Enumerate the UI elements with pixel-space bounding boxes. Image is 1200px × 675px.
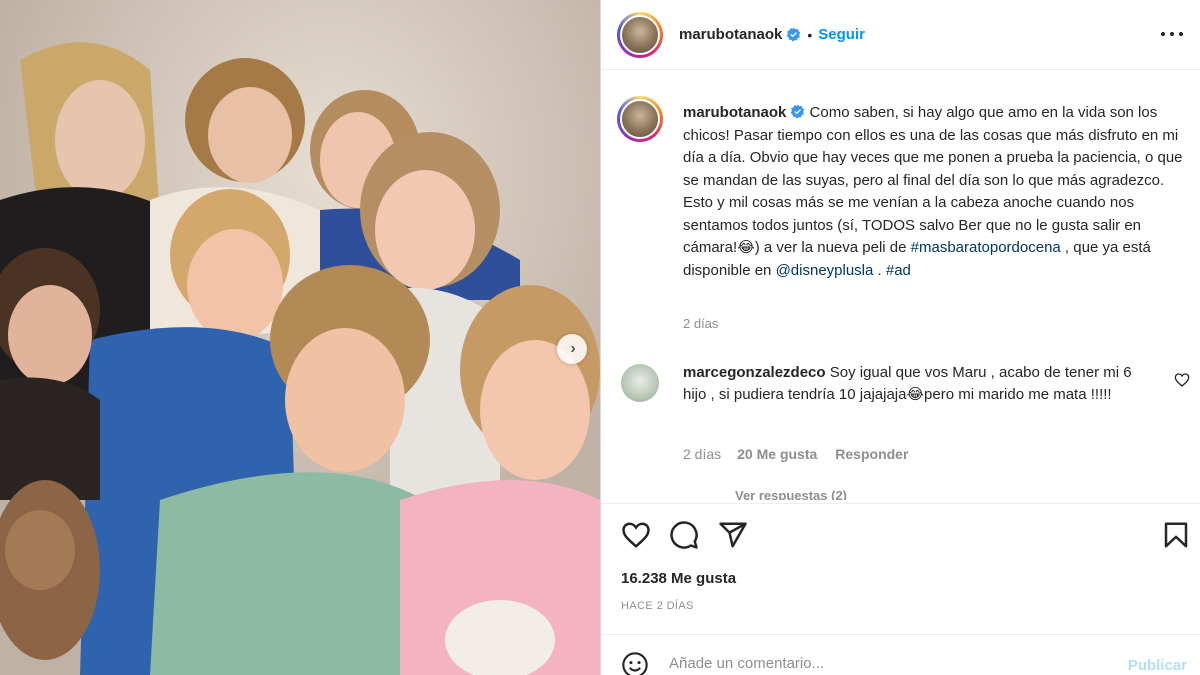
like-heart-icon[interactable] <box>621 520 651 550</box>
author-avatar[interactable] <box>617 11 663 58</box>
comment-timestamp[interactable]: 2 días <box>683 446 721 462</box>
post-photo[interactable]: › <box>0 0 600 675</box>
group-photo-illustration <box>0 0 600 675</box>
verified-badge-icon <box>787 27 801 42</box>
commenter-avatar[interactable] <box>621 364 659 402</box>
emoji-picker-icon[interactable] <box>621 651 649 675</box>
comment-like-heart-icon[interactable] <box>1174 372 1190 388</box>
more-options-icon[interactable] <box>1161 24 1183 44</box>
post-actions: 16.238 Me gusta HACE 2 DÍAS <box>601 503 1200 633</box>
reply-button[interactable]: Responder <box>835 446 908 462</box>
post-header: marubotanaok • Seguir <box>601 0 1200 70</box>
comment-meta: 2 días 20 Me gusta Responder <box>683 446 908 462</box>
caption-author-avatar[interactable] <box>617 96 663 142</box>
hashtag-link[interactable]: #masbaratopordocena <box>911 239 1061 256</box>
follow-button[interactable]: Seguir <box>818 26 865 43</box>
caption-text-4: . <box>873 261 886 279</box>
likes-count[interactable]: 16.238 Me gusta <box>621 570 736 587</box>
caption-text-2: ) a ver la nueva peli de <box>754 239 911 256</box>
post-caption: marubotanaok Como saben, si hay algo que… <box>683 102 1183 282</box>
post-timestamp[interactable]: HACE 2 DÍAS <box>621 600 694 612</box>
hashtag-ad-link[interactable]: #ad <box>886 262 911 279</box>
comment-bubble-icon[interactable] <box>669 520 699 550</box>
mention-link[interactable]: @disneyplusla <box>776 262 874 279</box>
add-comment-bar: Publicar <box>601 634 1200 675</box>
carousel-next-button[interactable]: › <box>557 334 587 364</box>
comment-likes-count[interactable]: 20 Me gusta <box>737 446 817 462</box>
author-username[interactable]: marubotanaok <box>679 26 782 43</box>
save-bookmark-icon[interactable] <box>1161 520 1191 550</box>
caption-timestamp[interactable]: 2 días <box>683 316 718 331</box>
comment-text: marcegonzalezdeco Soy igual que vos Maru… <box>683 362 1153 406</box>
publish-button[interactable]: Publicar <box>1128 657 1187 674</box>
comment-text-2: pero mi marido me mata !!!!! <box>924 386 1112 403</box>
caption-text-1: Como saben, si hay algo que amo en la vi… <box>683 104 1183 256</box>
share-send-icon[interactable] <box>718 520 748 550</box>
commenter-username[interactable]: marcegonzalezdeco <box>683 364 826 381</box>
laughing-emoji: 😂 <box>906 386 925 403</box>
comment-input[interactable] <box>669 655 1109 672</box>
verified-badge-icon <box>791 104 805 119</box>
post-side-panel: marubotanaok • Seguir marubotanaok Como … <box>600 0 1200 675</box>
chevron-right-icon: › <box>570 340 576 357</box>
separator-dot: • <box>807 26 813 43</box>
view-replies-link[interactable]: Ver respuestas (2) <box>735 488 847 500</box>
caption-username[interactable]: marubotanaok <box>683 104 786 121</box>
laughing-emoji: 😂 <box>737 239 755 256</box>
comments-scroll-area[interactable]: marubotanaok Como saben, si hay algo que… <box>601 72 1200 502</box>
